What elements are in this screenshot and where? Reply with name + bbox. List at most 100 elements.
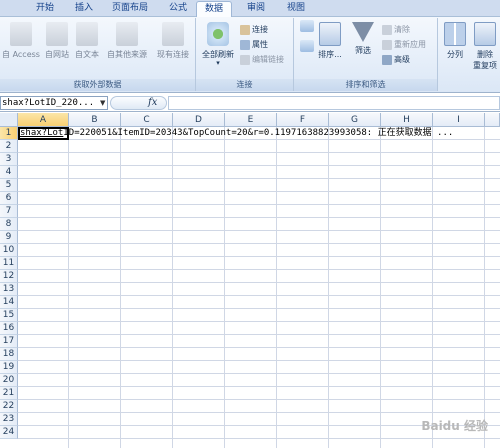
column-header-c[interactable]: C <box>121 113 173 127</box>
grid-line <box>432 127 433 448</box>
refresh-all-label: 全部刷新 <box>202 50 234 59</box>
edit-links-button[interactable]: 编辑链接 <box>240 53 284 66</box>
column-header-h[interactable]: H <box>381 113 433 127</box>
row-header[interactable]: 3 <box>0 153 18 166</box>
cell-a1-value[interactable]: shax?LotID=220051&ItemID=20343&TopCount=… <box>20 127 453 140</box>
row-header[interactable]: 15 <box>0 309 18 322</box>
grid-line <box>18 256 500 257</box>
active-cell-a1[interactable] <box>18 127 69 140</box>
row-header[interactable]: 18 <box>0 348 18 361</box>
grid-line <box>18 373 500 374</box>
row-header[interactable]: 1 <box>0 127 18 140</box>
sort-dialog-icon <box>319 22 341 46</box>
tab-formulas[interactable]: 公式 <box>160 0 196 17</box>
from-text-button[interactable]: 自文本 <box>72 22 102 60</box>
sort-az-button[interactable] <box>298 20 316 35</box>
text-to-columns-button[interactable]: 分列 <box>440 22 470 60</box>
row-header[interactable]: 17 <box>0 335 18 348</box>
grid-line <box>18 399 500 400</box>
funnel-icon <box>352 22 374 42</box>
row-header[interactable]: 16 <box>0 322 18 335</box>
from-web-label: 自网站 <box>45 50 69 59</box>
row-header[interactable]: 7 <box>0 205 18 218</box>
group-data-tools: 分列 删除 重复项 <box>438 18 500 91</box>
row-header[interactable]: 12 <box>0 270 18 283</box>
row-header[interactable]: 21 <box>0 387 18 400</box>
worksheet-grid[interactable]: A B C D E F G H I 1 2 3 4 5 6 7 8 9 10 1… <box>0 113 500 448</box>
from-other-sources-button[interactable]: 自其他来源 <box>102 22 152 60</box>
reapply-button[interactable]: 重新应用 <box>382 38 426 51</box>
group-connections: 全部刷新 ▾ 连接 属性 编辑链接 连接 <box>196 18 294 91</box>
sort-za-button[interactable] <box>298 40 316 55</box>
group-get-external-data: 自 Access 自网站 自文本 自其他来源 现有连接 获取外部数据 <box>0 18 196 91</box>
column-header-d[interactable]: D <box>173 113 225 127</box>
link-icon <box>240 54 250 65</box>
sort-az-icon <box>300 20 314 32</box>
tab-insert[interactable]: 插入 <box>68 0 100 17</box>
grid-line <box>18 386 500 387</box>
group-sort-filter: 排序... 筛选 清除 重新应用 高级 排序和筛选 <box>294 18 438 91</box>
row-header[interactable]: 20 <box>0 374 18 387</box>
row-header[interactable]: 19 <box>0 361 18 374</box>
from-web-button[interactable]: 自网站 <box>42 22 72 60</box>
row-header[interactable]: 11 <box>0 257 18 270</box>
tab-review[interactable]: 审阅 <box>238 0 274 17</box>
row-header[interactable]: 8 <box>0 218 18 231</box>
text-to-columns-label: 分列 <box>447 50 463 59</box>
column-header-b[interactable]: B <box>69 113 121 127</box>
row-header[interactable]: 5 <box>0 179 18 192</box>
tab-data[interactable]: 数据 <box>196 1 232 18</box>
row-header[interactable]: 24 <box>0 426 18 439</box>
tab-view[interactable]: 视图 <box>278 0 314 17</box>
advanced-button[interactable]: 高级 <box>382 53 410 66</box>
column-header-f[interactable]: F <box>277 113 329 127</box>
group-label-connections: 连接 <box>196 79 293 91</box>
clear-label: 清除 <box>394 25 410 34</box>
row-header[interactable]: 23 <box>0 413 18 426</box>
group-label-sort-filter: 排序和筛选 <box>294 79 437 91</box>
column-header-i[interactable]: I <box>433 113 485 127</box>
grid-line <box>18 217 500 218</box>
grid-line <box>18 230 500 231</box>
sort-za-icon <box>300 40 314 52</box>
ribbon: 自 Access 自网站 自文本 自其他来源 现有连接 获取外部数据 全部刷新 … <box>0 17 500 93</box>
row-header[interactable]: 22 <box>0 400 18 413</box>
fx-icon[interactable]: fx <box>148 96 157 110</box>
row-header[interactable]: 4 <box>0 166 18 179</box>
refresh-all-button[interactable]: 全部刷新 ▾ <box>198 22 238 67</box>
grid-line <box>18 191 500 192</box>
formula-bar-handle[interactable] <box>110 96 167 110</box>
filter-button[interactable]: 筛选 <box>348 22 378 56</box>
remove-duplicates-button[interactable]: 删除 重复项 <box>470 22 500 71</box>
sort-button[interactable]: 排序... <box>316 22 344 60</box>
chevron-down-icon[interactable]: ▼ <box>100 96 108 110</box>
column-header-a[interactable]: A <box>18 113 69 127</box>
column-header-e[interactable]: E <box>225 113 277 127</box>
remove-duplicates-icon <box>474 22 496 46</box>
tab-page-layout[interactable]: 页面布局 <box>106 0 154 17</box>
row-header[interactable]: 13 <box>0 283 18 296</box>
existing-connections-button[interactable]: 现有连接 <box>152 22 194 60</box>
grid-line <box>276 127 277 448</box>
tab-home[interactable]: 开始 <box>26 0 64 17</box>
row-header[interactable]: 10 <box>0 244 18 257</box>
formula-input[interactable] <box>168 96 500 110</box>
connections-button[interactable]: 连接 <box>240 23 268 36</box>
column-header-g[interactable]: G <box>329 113 381 127</box>
baidu-watermark: Baidu 经验 <box>421 419 488 433</box>
column-header-j[interactable] <box>485 113 500 127</box>
row-header[interactable]: 6 <box>0 192 18 205</box>
clear-button[interactable]: 清除 <box>382 23 410 36</box>
row-header[interactable]: 14 <box>0 296 18 309</box>
row-header[interactable]: 9 <box>0 231 18 244</box>
from-access-button[interactable]: 自 Access <box>0 22 42 60</box>
grid-line <box>224 127 225 448</box>
name-box[interactable]: shax?LotID_220... <box>0 96 108 110</box>
connections-icon <box>240 24 250 35</box>
remove-duplicates-label-1: 删除 <box>477 50 493 59</box>
refresh-icon <box>207 22 229 46</box>
properties-button[interactable]: 属性 <box>240 38 268 51</box>
select-all-corner[interactable] <box>0 113 18 127</box>
row-header[interactable]: 2 <box>0 140 18 153</box>
filter-label: 筛选 <box>355 46 371 55</box>
